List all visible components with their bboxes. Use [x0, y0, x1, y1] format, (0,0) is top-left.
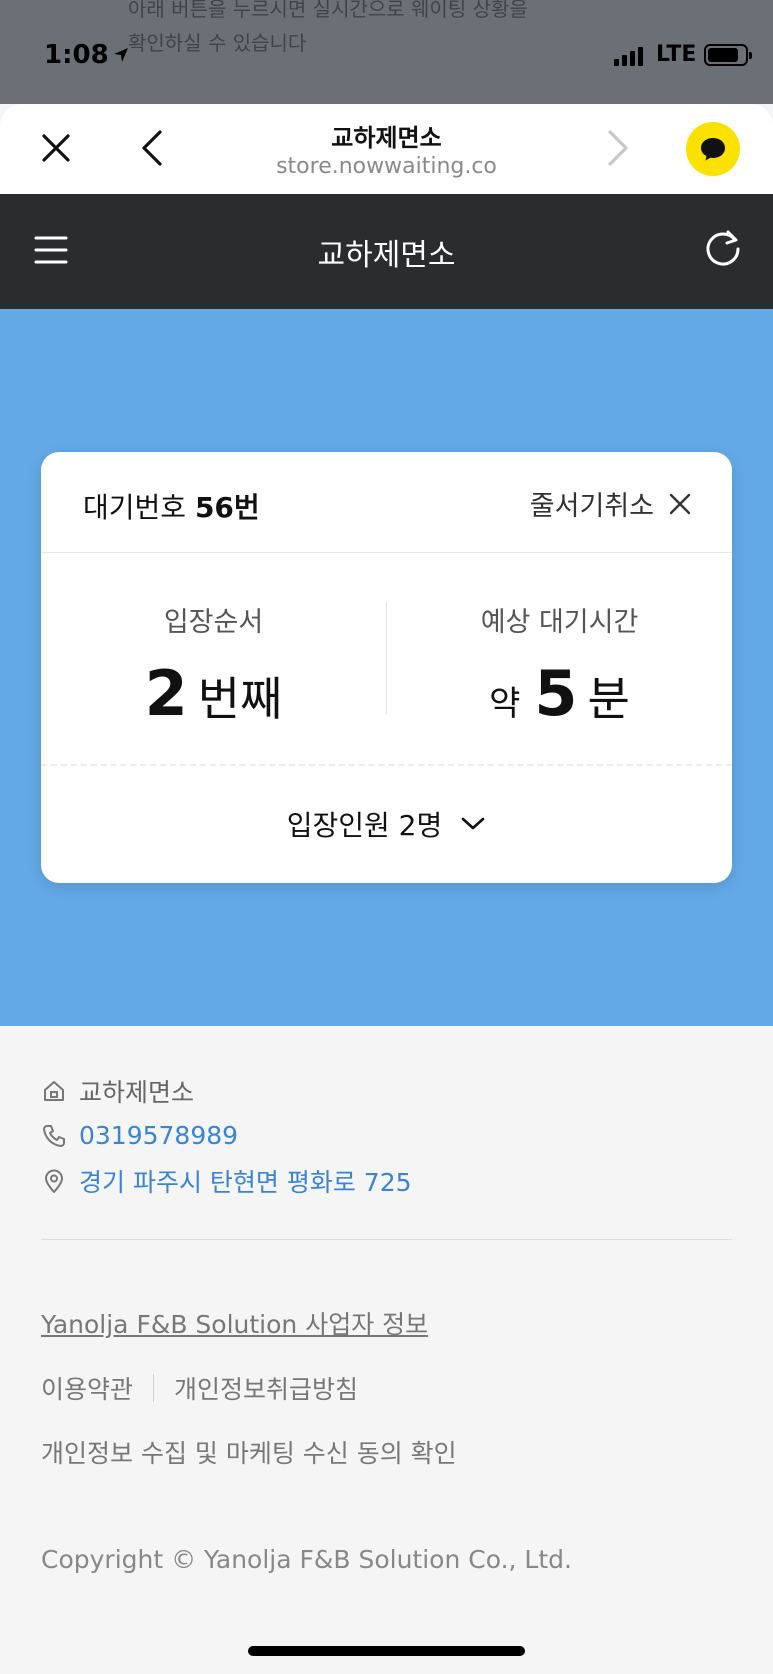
- status-bar: 아래 버튼을 누르시면 실시간으로 웨이팅 상황을 확인하실 수 있습니다 1:…: [0, 0, 773, 104]
- store-address-link[interactable]: 경기 파주시 탄현면 평화로 725: [79, 1163, 412, 1199]
- browser-header: 교하제면소 store.nowwaiting.co: [0, 104, 773, 194]
- ticket-number-label: 대기번호: [83, 491, 187, 524]
- store-address-row[interactable]: 경기 파주시 탄현면 평화로 725: [41, 1158, 732, 1203]
- store-phone-row[interactable]: 0319578989: [41, 1113, 732, 1158]
- privacy-policy-link[interactable]: 개인정보취급방침: [174, 1370, 358, 1406]
- store-name: 교하제면소: [79, 1077, 195, 1107]
- location-pin-icon: [45, 1169, 63, 1193]
- estimated-wait-unit: 분: [587, 672, 630, 726]
- location-arrow-icon: [113, 48, 128, 62]
- consent-link[interactable]: 개인정보 수집 및 마케팅 수신 동의 확인: [41, 1434, 457, 1470]
- company-info-link[interactable]: Yanolja F&B Solution 사업자 정보: [41, 1305, 428, 1341]
- store-info: 교하제면소 0319578989 경기 파주시 탄현면 평화로 725: [41, 1068, 732, 1203]
- party-size-toggle[interactable]: 입장인원 2명: [41, 804, 732, 844]
- party-size-label: 입장인원 2명: [286, 809, 443, 842]
- browser-url: store.nowwaiting.co: [276, 154, 497, 179]
- close-icon[interactable]: [38, 130, 74, 166]
- phone-icon: [43, 1124, 65, 1147]
- entry-order-label: 입장순서: [163, 607, 264, 638]
- estimated-wait-label: 예상 대기시간: [480, 607, 639, 638]
- close-icon: [669, 493, 691, 514]
- menu-icon[interactable]: [34, 234, 68, 266]
- dashed-divider: [41, 764, 732, 766]
- chat-bubble-icon: [701, 138, 725, 161]
- kakaotalk-chat-button[interactable]: [686, 122, 740, 176]
- home-icon: [44, 1080, 64, 1101]
- status-time-text: 1:08: [44, 40, 109, 70]
- home-indicator[interactable]: [248, 1646, 525, 1656]
- estimated-wait-number: 5: [534, 657, 578, 730]
- store-phone-link[interactable]: 0319578989: [79, 1121, 238, 1150]
- chevron-down-icon: [461, 817, 485, 830]
- background-page-text: 아래 버튼을 누르시면 실시간으로 웨이팅 상황을 확인하실 수 있습니다: [128, 0, 648, 60]
- estimated-wait: 예상 대기시간 약 5 분: [387, 600, 732, 730]
- background-text-line: 아래 버튼을 누르시면 실시간으로 웨이팅 상황을: [128, 0, 528, 21]
- background-text-line: 확인하실 수 있습니다: [128, 31, 307, 55]
- forward-icon[interactable]: [604, 128, 632, 168]
- entry-order: 입장순서 2 번째: [41, 600, 386, 730]
- terms-link[interactable]: 이용약관: [41, 1370, 133, 1406]
- link-separator: [153, 1374, 155, 1402]
- estimated-wait-prefix: 약: [489, 684, 521, 724]
- store-name-row: 교하제면소: [41, 1068, 732, 1113]
- ticket-header: 대기번호 56번 줄서기취소: [41, 452, 732, 553]
- refresh-icon[interactable]: [702, 228, 744, 270]
- policy-links: 이용약관 개인정보취급방침: [41, 1370, 358, 1406]
- network-type: LTE: [656, 42, 697, 67]
- battery-icon: [704, 44, 752, 66]
- app-header: 교하제면소: [0, 194, 773, 309]
- cancel-queue-button[interactable]: 줄서기취소: [530, 484, 692, 523]
- waiting-ticket-card: 대기번호 56번 줄서기취소 입장순서 2 번째 예상 대기시간 약 5 분 입…: [41, 452, 732, 883]
- signal-icon: [614, 46, 643, 66]
- browser-title: 교하제면소: [331, 124, 442, 152]
- copyright: Copyright © Yanolja F&B Solution Co., Lt…: [41, 1545, 572, 1574]
- ticket-number-value: 56번: [194, 491, 260, 524]
- estimated-wait-value: 약 5 분: [387, 657, 732, 730]
- cancel-queue-label: 줄서기취소: [529, 491, 654, 522]
- entry-order-value: 2 번째: [41, 657, 386, 730]
- entry-order-number: 2: [144, 657, 188, 730]
- back-icon[interactable]: [138, 128, 166, 168]
- store-title: 교하제면소: [317, 238, 456, 273]
- waiting-hero: 대기번호 56번 줄서기취소 입장순서 2 번째 예상 대기시간 약 5 분 입…: [0, 309, 773, 1026]
- footer-divider: [41, 1239, 732, 1240]
- status-time: 1:08: [44, 40, 129, 70]
- entry-order-unit: 번째: [197, 672, 283, 726]
- ticket-number: 대기번호 56번: [83, 486, 260, 526]
